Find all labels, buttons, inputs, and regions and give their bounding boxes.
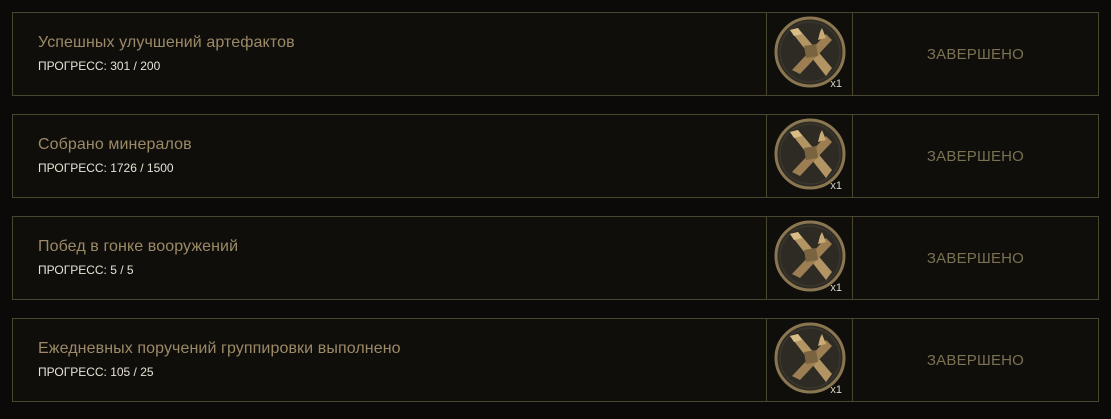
achievement-info: Побед в гонке вооружений ПРОГРЕСС: 5 / 5	[13, 217, 766, 299]
achievement-progress: ПРОГРЕСС: 301 / 200	[38, 59, 161, 73]
reward-quantity: x1	[830, 282, 842, 294]
achievement-title: Собрано минералов	[38, 136, 192, 153]
achievement-list: Успешных улучшений артефактов ПРОГРЕСС: …	[0, 0, 1111, 419]
reward-quantity: x1	[830, 384, 842, 396]
achievement-info: Собрано минералов ПРОГРЕСС: 1726 / 1500	[13, 115, 766, 197]
achievement-row: Ежедневных поручений группировки выполне…	[12, 318, 1099, 402]
achievement-title: Ежедневных поручений группировки выполне…	[38, 340, 401, 357]
reward-slot[interactable]: x1	[766, 319, 853, 401]
achievement-title: Побед в гонке вооружений	[38, 238, 239, 255]
reward-slot[interactable]: x1	[766, 13, 853, 95]
achievement-row: Побед в гонке вооружений ПРОГРЕСС: 5 / 5…	[12, 216, 1099, 300]
achievement-progress: ПРОГРЕСС: 5 / 5	[38, 263, 134, 277]
achievement-progress: ПРОГРЕСС: 1726 / 1500	[38, 161, 174, 175]
status-label: ЗАВЕРШЕНО	[926, 45, 1025, 63]
achievement-row: Собрано минералов ПРОГРЕСС: 1726 / 1500 …	[12, 114, 1099, 198]
achievement-row: Успешных улучшений артефактов ПРОГРЕСС: …	[12, 12, 1099, 96]
reward-slot[interactable]: x1	[766, 115, 853, 197]
status-label: ЗАВЕРШЕНО	[926, 147, 1025, 165]
status-label: ЗАВЕРШЕНО	[926, 249, 1025, 267]
reward-quantity: x1	[830, 78, 842, 90]
status-label: ЗАВЕРШЕНО	[926, 351, 1025, 369]
achievement-progress: ПРОГРЕСС: 105 / 25	[38, 365, 154, 379]
achievement-info: Ежедневных поручений группировки выполне…	[13, 319, 766, 401]
reward-quantity: x1	[830, 180, 842, 192]
reward-slot[interactable]: x1	[766, 217, 853, 299]
achievement-info: Успешных улучшений артефактов ПРОГРЕСС: …	[13, 13, 766, 95]
achievement-title: Успешных улучшений артефактов	[38, 34, 295, 51]
